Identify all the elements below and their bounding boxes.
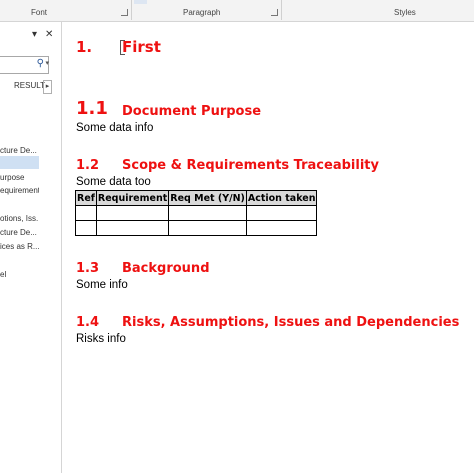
section-body: Some data info [76,122,154,134]
section-title: Scope & Requirements Traceability [122,158,379,173]
section-number: 1.4 [76,315,100,330]
table-cell[interactable] [95,220,170,236]
table-cell[interactable] [168,205,247,221]
section-body: Some data too [76,176,151,188]
section-body: Some info [76,279,128,291]
table-header-cell: Req Met (Y/N) [168,190,247,206]
ribbon-group-styles-label: Styles [394,8,416,17]
ribbon-separator [281,0,282,20]
table-cell[interactable] [168,220,247,236]
ribbon-group-font-label: Font [31,8,48,17]
section-number: 1.2 [76,158,100,173]
section-number: 1.1 [76,98,108,119]
section-title: Document Purpose [122,104,262,119]
table-row[interactable] [75,220,318,236]
section-title: Background [122,261,210,276]
nav-heading-item[interactable]: equirement... [0,184,39,197]
navigation-pane: ▾ ✕ ⚲ ▾ RESULT ▸ cture De... urpose equi… [0,22,62,473]
paragraph-dialog-launcher-icon[interactable] [271,9,278,16]
table-cell[interactable] [75,220,97,236]
nav-heading-item[interactable]: urpose [0,171,39,184]
table-cell[interactable] [75,205,97,221]
nav-heading-item[interactable]: el [0,268,39,281]
table-cell[interactable] [95,205,170,221]
nav-heading-item-selected[interactable] [0,156,39,169]
document-page[interactable]: 1. First 1.1 Document Purpose Some data … [62,22,474,473]
table-cell[interactable] [245,205,318,221]
nav-heading-item[interactable]: otions, Iss... [0,212,39,225]
heading-number: 1. [76,38,93,56]
tab-results[interactable]: RESULT [14,81,45,90]
table-header-cell: Ref [75,190,97,206]
heading-title: First [122,38,161,56]
search-input[interactable]: ⚲ ▾ [0,56,49,74]
table-header-row: Ref Requirement Req Met (Y/N) Action tak… [75,190,318,206]
table-row[interactable] [75,205,318,221]
table-header-cell: Action taken [245,190,318,206]
search-icon[interactable]: ⚲ [37,58,44,69]
table-header-cell: Requirement [95,190,170,206]
section-title: Risks, Assumptions, Issues and Dependenc… [122,315,460,330]
nav-heading-item[interactable]: cture De... [0,226,39,239]
table-cell[interactable] [245,220,318,236]
search-options-chevron-icon[interactable]: ▾ [45,59,49,67]
nav-heading-item[interactable]: ices as R... [0,240,39,253]
ribbon-scroll-indicator [134,0,147,4]
font-dialog-launcher-icon[interactable] [121,9,128,16]
close-icon[interactable]: ✕ [45,29,53,40]
tab-scroll-right-icon[interactable]: ▸ [43,80,52,94]
pane-options-dropdown-icon[interactable]: ▾ [32,29,37,40]
traceability-table: Ref Requirement Req Met (Y/N) Action tak… [75,190,318,236]
section-number: 1.3 [76,261,100,276]
ribbon: Font Paragraph Styles [0,0,474,22]
section-body: Risks info [76,333,126,345]
ribbon-group-paragraph-label: Paragraph [183,8,221,17]
ribbon-separator [131,0,132,20]
